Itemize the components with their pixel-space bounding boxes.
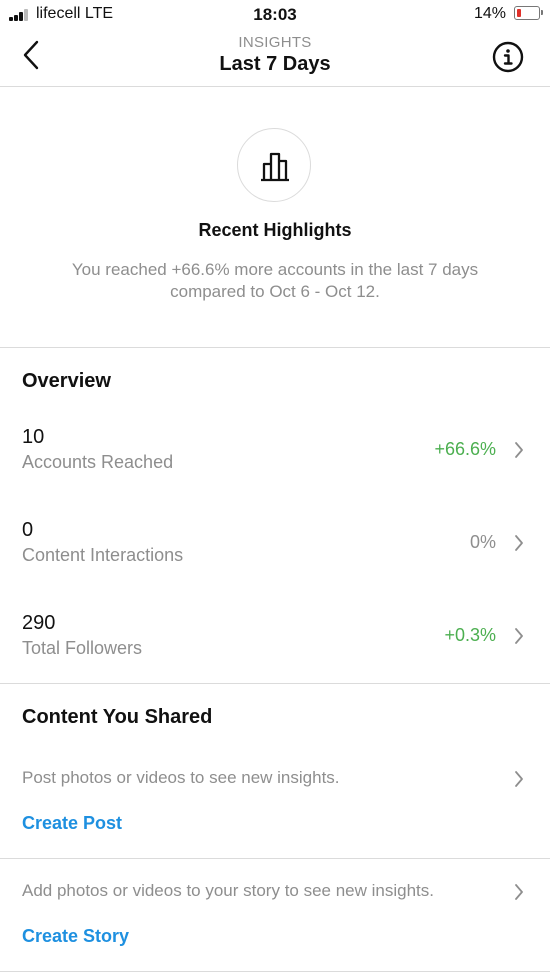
post-insights-row[interactable]: Post photos or videos to see new insight… xyxy=(0,764,550,794)
battery-icon xyxy=(514,6,543,20)
chevron-right-icon xyxy=(515,771,523,787)
info-icon xyxy=(492,41,524,73)
create-story-link[interactable]: Create Story xyxy=(22,926,129,947)
info-button[interactable] xyxy=(492,41,524,73)
metric-value: 0 xyxy=(22,519,34,541)
post-insights-text: Post photos or videos to see new insight… xyxy=(22,768,340,787)
metric-row-accounts-reached[interactable]: 10 Accounts Reached +66.6% xyxy=(0,426,550,496)
nav-bar: INSIGHTS Last 7 Days xyxy=(0,30,550,87)
chevron-right-icon xyxy=(515,535,523,551)
metric-change: +0.3% xyxy=(444,625,496,645)
bar-chart-icon xyxy=(261,152,289,182)
battery-percent: 14% xyxy=(473,5,506,22)
recent-highlights-card: Recent Highlights You reached +66.6% mor… xyxy=(0,87,550,347)
divider xyxy=(0,858,550,859)
metric-label: Content Interactions xyxy=(22,545,184,565)
chevron-right-icon xyxy=(515,628,523,644)
status-bar: lifecell LTE 18:03 14% xyxy=(0,0,550,30)
metric-row-content-interactions[interactable]: 0 Content Interactions 0% xyxy=(0,519,550,589)
metric-label: Total Followers xyxy=(22,638,143,658)
create-post-link[interactable]: Create Post xyxy=(22,813,122,834)
chevron-right-icon xyxy=(515,442,523,458)
metric-change: 0% xyxy=(469,532,496,552)
overview-title: Overview xyxy=(22,370,111,392)
page-title: Last 7 Days xyxy=(219,53,331,75)
divider xyxy=(0,683,550,684)
highlights-description: You reached +66.6% more accounts in the … xyxy=(71,260,479,301)
divider xyxy=(0,347,550,348)
story-insights-row[interactable]: Add photos or videos to your story to se… xyxy=(0,877,550,907)
metric-value: 290 xyxy=(22,612,56,634)
clock: 18:03 xyxy=(253,5,297,24)
highlights-title: Recent Highlights xyxy=(198,220,352,240)
metric-value: 10 xyxy=(22,426,45,448)
highlights-icon-circle xyxy=(237,128,311,202)
content-shared-title: Content You Shared xyxy=(22,706,213,728)
divider xyxy=(0,971,550,972)
metric-label: Accounts Reached xyxy=(22,452,174,472)
story-insights-text: Add photos or videos to your story to se… xyxy=(22,881,435,900)
metric-change: +66.6% xyxy=(434,439,496,459)
chevron-right-icon xyxy=(515,884,523,900)
nav-subtitle: INSIGHTS xyxy=(238,34,312,51)
metric-row-total-followers[interactable]: 290 Total Followers +0.3% xyxy=(0,612,550,682)
